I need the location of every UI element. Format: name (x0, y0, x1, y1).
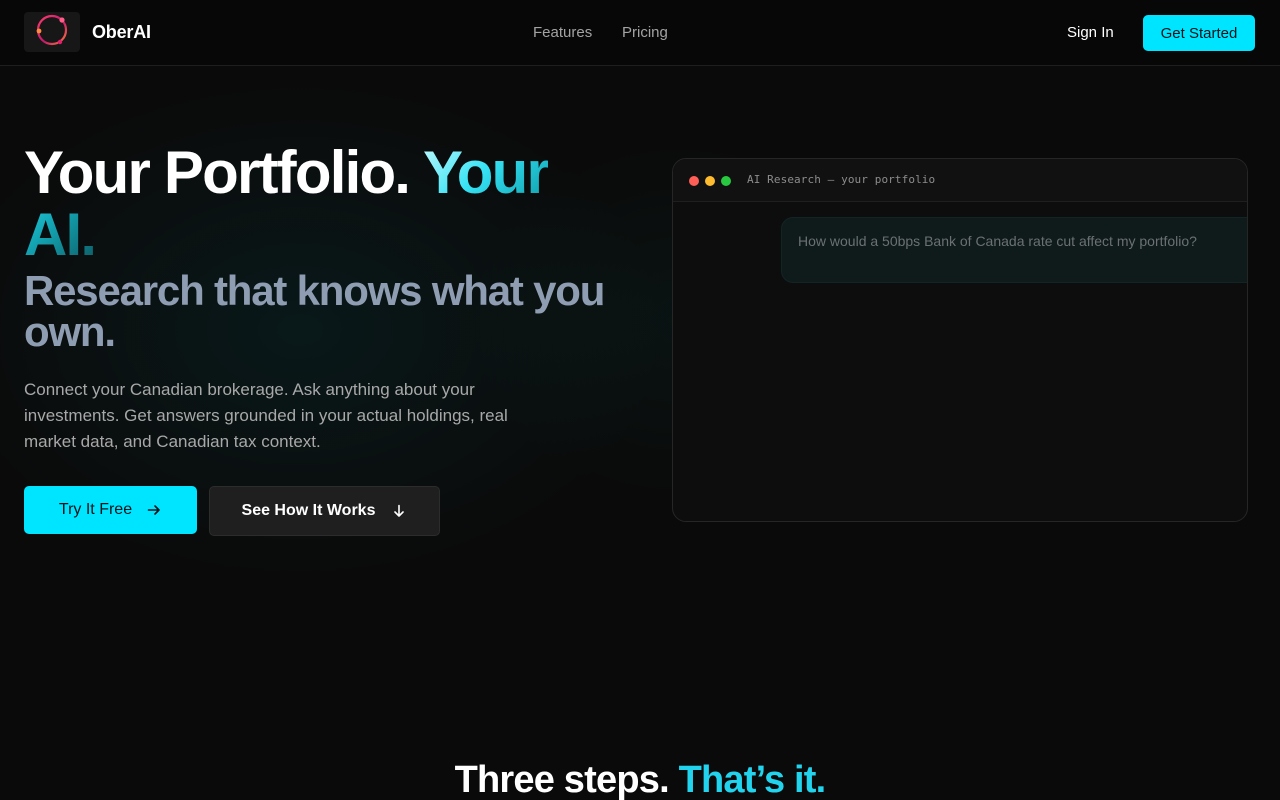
try-it-free-label: Try It Free (58, 501, 133, 518)
try-it-free-button[interactable]: Try It Free (24, 486, 197, 534)
arrow-right-icon (146, 502, 162, 518)
landing-page: OberAI Features Pricing Sign In Get Star… (0, 0, 1280, 800)
window-close-dot (689, 176, 699, 186)
hero-description: Connect your Canadian brokerage. Ask any… (24, 380, 508, 451)
arrow-down-icon (391, 503, 407, 519)
window-minimize-dot (705, 176, 715, 186)
ai-research-demo-window: AI Research — your portfolio How would a… (672, 158, 1248, 522)
hero-subtitle: Research that knows what you own. (24, 267, 605, 355)
sign-in-link[interactable]: Sign In (1067, 24, 1114, 41)
steps-section-title: Three steps. That’s it. (0, 758, 1280, 800)
nav-link-pricing[interactable]: Pricing (622, 24, 668, 41)
get-started-button[interactable]: Get Started (1143, 15, 1255, 51)
see-how-it-works-label: See How It Works (241, 502, 376, 519)
user-message-bubble: How would a 50bps Bank of Canada rate cu… (781, 217, 1247, 283)
hero-title: Your Portfolio. Your AI. (24, 142, 624, 266)
steps-title-main: Three steps. (454, 759, 670, 800)
window-title-bar: AI Research — your portfolio (673, 159, 1247, 202)
see-how-it-works-button[interactable]: See How It Works (209, 486, 440, 536)
window-maximize-dot (721, 176, 731, 186)
steps-title-accent: That’s it. (678, 759, 827, 800)
hero-title-main: Your Portfolio. (24, 139, 411, 206)
navbar: OberAI Features Pricing Sign In Get Star… (0, 0, 1280, 66)
window-title: AI Research — your portfolio (747, 173, 936, 186)
nav-link-features[interactable]: Features (533, 24, 592, 41)
brand-name[interactable]: OberAI (92, 22, 151, 43)
ring-logo-icon (34, 12, 70, 53)
logo[interactable] (24, 12, 80, 52)
